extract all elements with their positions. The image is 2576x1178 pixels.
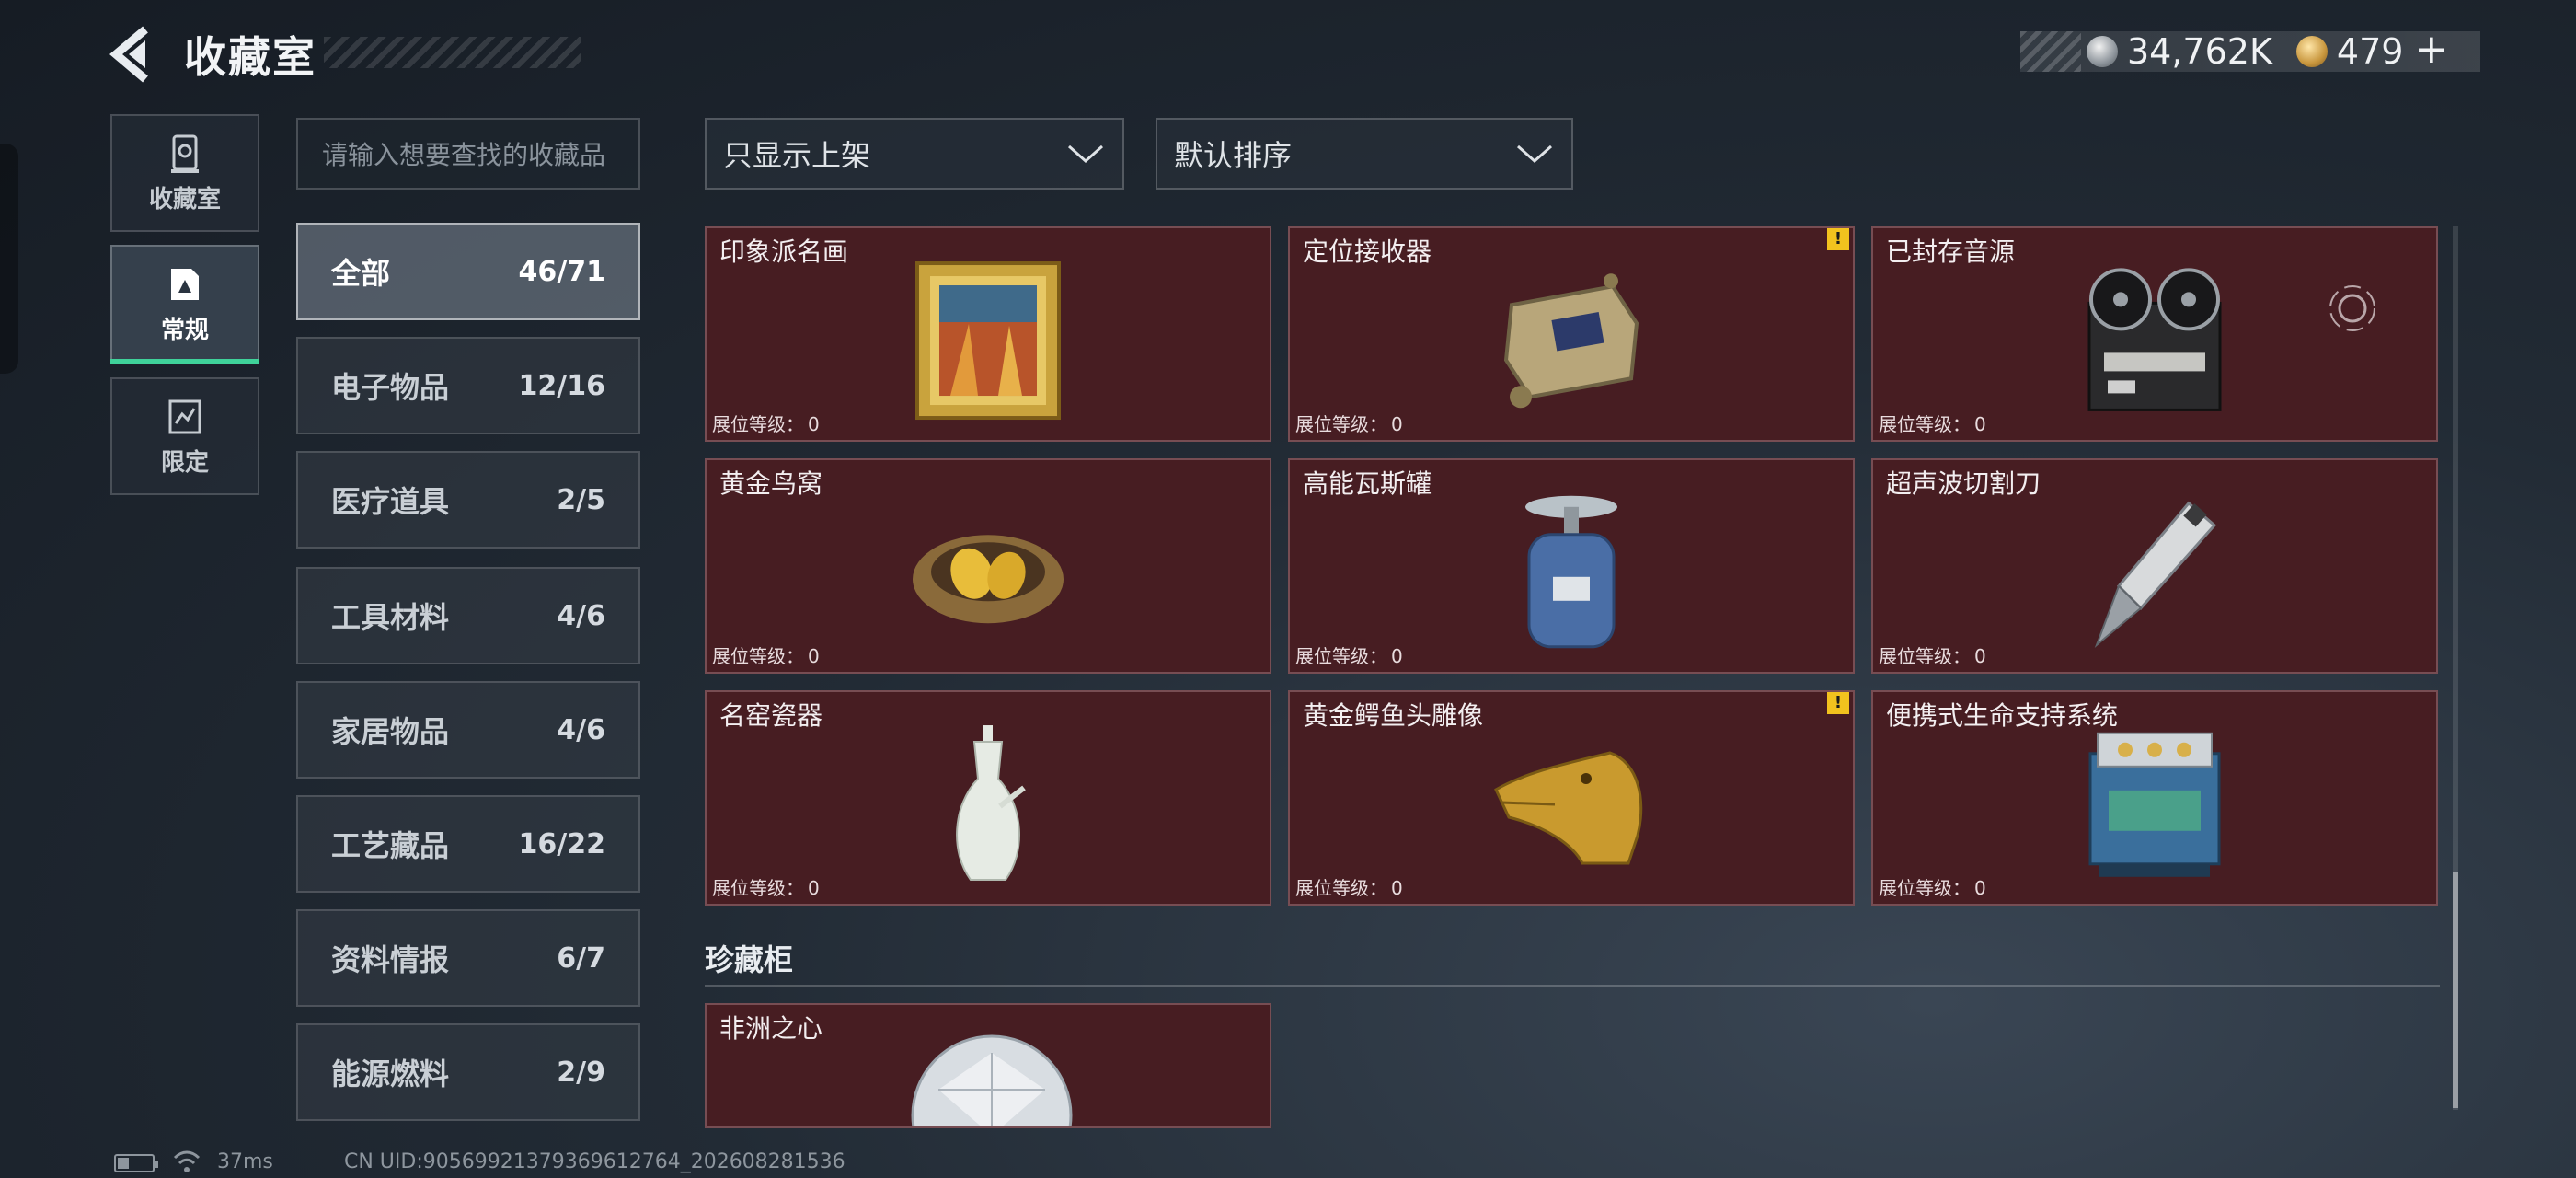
category-household[interactable]: 家居物品 4/6: [296, 681, 640, 779]
reel-tape-recorder-icon: [2087, 268, 2222, 411]
wifi-icon: [173, 1150, 201, 1172]
showcase-item-card[interactable]: 非洲之心: [705, 1003, 1271, 1128]
ultrasonic-knife-icon: [2094, 501, 2217, 648]
tab-label: 常规: [160, 316, 209, 344]
tab-label: 限定: [160, 448, 209, 477]
target-icon: [2329, 285, 2375, 331]
category-count: 4/6: [557, 713, 605, 746]
item-card[interactable]: 超声波切割刀 展位等级： 0: [1871, 458, 2438, 674]
receiver-device-icon: [1503, 273, 1639, 409]
chevron-down-icon: [1517, 144, 1552, 164]
item-name: 非洲之心: [719, 1013, 823, 1044]
category-count: 2/5: [557, 483, 605, 516]
item-name: 超声波切割刀: [1886, 468, 2041, 499]
sort-dropdown[interactable]: 默认排序: [1156, 118, 1573, 190]
sort-value: 默认排序: [1174, 138, 1293, 173]
currency-decoration: [2020, 31, 2081, 72]
scrollbar-thumb[interactable]: [2453, 872, 2458, 1108]
display-filter-value: 只显示上架: [723, 138, 871, 173]
booth-level: 展位等级： 0: [712, 413, 820, 435]
section-divider: [705, 985, 2440, 987]
title-decoration: [324, 37, 581, 68]
gas-canister-icon: [1525, 495, 1617, 649]
category-name: 能源燃料: [331, 1057, 450, 1091]
currency-bar: 34,762K 479 +: [2020, 29, 2480, 72]
uid-text: CN UID:9056992137936961276​4_20260828153…: [344, 1150, 845, 1173]
category-tools[interactable]: 工具材料 4/6: [296, 567, 640, 664]
silver-coin-icon: [2087, 36, 2118, 67]
booth-level: 展位等级： 0: [1295, 645, 1403, 667]
item-card[interactable]: 便携式生命支持系统 展位等级： 0: [1871, 690, 2438, 906]
item-card[interactable]: 黄金鸟窝 展位等级： 0: [705, 458, 1271, 674]
booth-level: 展位等级： 0: [1295, 413, 1403, 435]
search-input[interactable]: 请输入想要查找的收藏品: [296, 118, 640, 190]
booth-level: 展位等级： 0: [1879, 413, 1986, 435]
item-name: 黄金鸟窝: [719, 468, 823, 499]
item-card[interactable]: 名窑瓷器 展位等级： 0: [705, 690, 1271, 906]
limited-icon: [168, 399, 201, 433]
category-crafts[interactable]: 工艺藏品 16/22: [296, 795, 640, 893]
edge-handle: [0, 144, 18, 374]
porcelain-vase-icon: [956, 725, 1026, 882]
warning-icon: !: [1827, 228, 1849, 250]
silver-currency-value: 34,762K: [2127, 31, 2272, 72]
category-count: 12/16: [518, 369, 605, 402]
booth-level: 展位等级： 0: [712, 645, 820, 667]
ping-text: 37ms: [217, 1150, 273, 1173]
showcase-title: 珍藏柜: [705, 942, 794, 977]
tab-collection-room[interactable]: 收藏室: [110, 114, 259, 232]
add-currency-button[interactable]: +: [2414, 29, 2448, 70]
gold-currency-value: 479: [2336, 31, 2404, 72]
category-count: 6/7: [557, 941, 605, 975]
category-electronics[interactable]: 电子物品 12/16: [296, 337, 640, 434]
item-card[interactable]: 已封存音源 展位等级： 0: [1871, 226, 2438, 442]
booth-level: 展位等级： 0: [1879, 877, 1986, 899]
category-name: 全部: [331, 256, 391, 291]
item-name: 高能瓦斯罐: [1303, 468, 1432, 499]
category-name: 工具材料: [331, 600, 450, 635]
tab-label: 收藏室: [148, 185, 221, 214]
booth-level: 展位等级： 0: [1295, 877, 1403, 899]
warning-icon: !: [1827, 692, 1849, 714]
life-support-system-icon: [2088, 732, 2221, 877]
category-count: 46/71: [518, 255, 605, 288]
item-name: 印象派名画: [719, 237, 849, 267]
category-name: 家居物品: [331, 714, 450, 749]
booth-level: 展位等级： 0: [712, 877, 820, 899]
page-title: 收藏室: [184, 32, 316, 82]
collection-room-icon: [171, 134, 199, 173]
booth-level: 展位等级： 0: [1879, 645, 1986, 667]
category-medical[interactable]: 医疗道具 2/5: [296, 451, 640, 549]
category-energy[interactable]: 能源燃料 2/9: [296, 1023, 640, 1121]
gold-crocodile-statue-icon: [1494, 751, 1643, 865]
item-card[interactable]: 印象派名画 展位等级： 0: [705, 226, 1271, 442]
chevron-down-icon: [1068, 144, 1103, 164]
category-name: 电子物品: [331, 370, 450, 405]
category-all[interactable]: 全部 46/71: [296, 223, 640, 320]
gold-coin-icon: [2295, 36, 2328, 67]
category-intel[interactable]: 资料情报 6/7: [296, 909, 640, 1007]
item-card[interactable]: 黄金鳄鱼头雕像 ! 展位等级： 0: [1288, 690, 1855, 906]
regular-icon: [171, 268, 199, 300]
category-name: 工艺藏品: [331, 828, 450, 863]
item-name: 黄金鳄鱼头雕像: [1303, 700, 1484, 731]
tab-limited[interactable]: 限定: [110, 377, 259, 495]
category-name: 资料情报: [331, 942, 450, 977]
display-filter-dropdown[interactable]: 只显示上架: [705, 118, 1124, 190]
item-name: 定位接收器: [1303, 237, 1432, 267]
golden-nest-icon: [913, 535, 1064, 624]
framed-painting-icon: [915, 261, 1061, 421]
category-count: 4/6: [557, 599, 605, 632]
back-arrow-icon[interactable]: [109, 26, 158, 83]
item-name: 名窑瓷器: [719, 700, 823, 731]
diamond-icon: [911, 1034, 1073, 1126]
item-card[interactable]: 定位接收器 ! 展位等级： 0: [1288, 226, 1855, 442]
category-count: 2/9: [557, 1056, 605, 1089]
item-card[interactable]: 高能瓦斯罐 展位等级： 0: [1288, 458, 1855, 674]
category-name: 医疗道具: [331, 484, 450, 519]
battery-icon: [114, 1154, 158, 1172]
tab-regular[interactable]: 常规: [110, 245, 259, 364]
item-name: 已封存音源: [1886, 237, 2016, 267]
category-count: 16/22: [518, 827, 605, 860]
